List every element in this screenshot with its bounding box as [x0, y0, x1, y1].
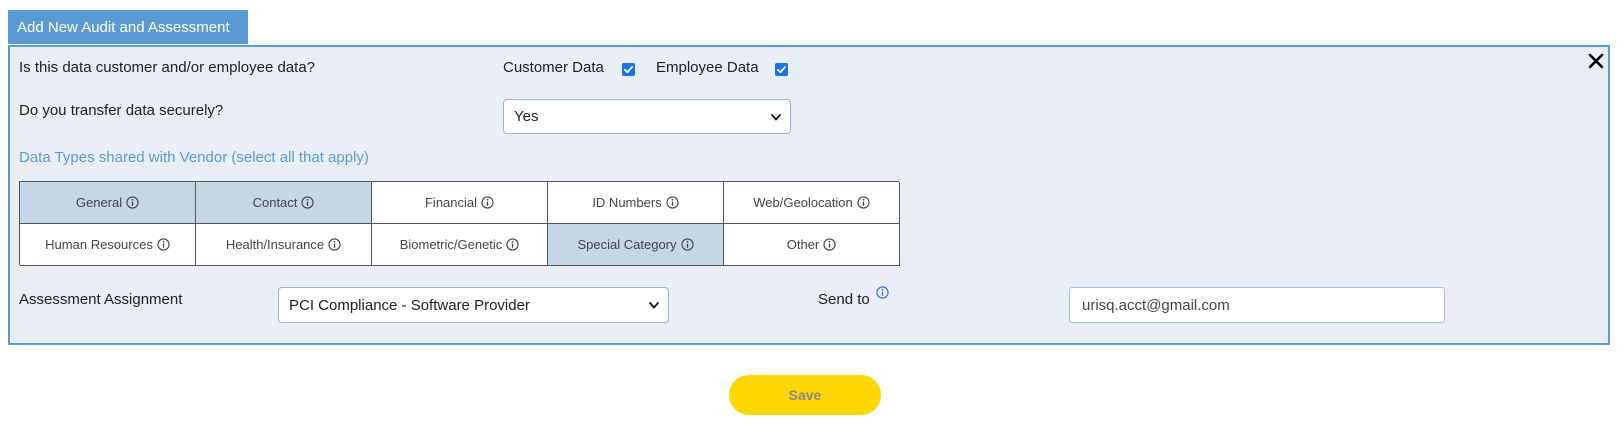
data-type-id-numbers[interactable]: ID Numbers [548, 182, 724, 224]
data-type-special-category[interactable]: Special Category [548, 224, 724, 266]
data-types-title: Data Types shared with Vendor (select al… [19, 149, 369, 166]
data-type-biometric-genetic[interactable]: Biometric/Genetic [372, 224, 548, 266]
transfer-secure-value: Yes [514, 108, 539, 125]
customer-data-label: Customer Data [503, 59, 604, 76]
info-icon[interactable] [301, 196, 315, 209]
form-tab-title: Add New Audit and Assessment [8, 10, 248, 44]
data-types-grid: General Contact Financial ID Numbers Web… [19, 181, 900, 266]
info-icon[interactable] [666, 196, 679, 209]
data-type-label: ID Numbers [592, 195, 662, 210]
checkmark-icon [776, 66, 787, 74]
info-icon[interactable] [876, 286, 889, 299]
info-icon[interactable] [680, 238, 694, 251]
info-icon[interactable] [126, 196, 139, 209]
save-button[interactable]: Save [729, 375, 881, 415]
data-type-label: Human Resources [45, 237, 153, 252]
send-to-email-input[interactable]: urisq.acct@gmail.com [1069, 287, 1445, 323]
data-type-other[interactable]: Other [724, 224, 900, 266]
assessment-assignment-value: PCI Compliance - Software Provider [289, 296, 530, 314]
checkmark-icon [623, 66, 634, 74]
data-type-contact[interactable]: Contact [196, 182, 372, 224]
data-type-health-insurance[interactable]: Health/Insurance [196, 224, 372, 266]
assessment-assignment-label: Assessment Assignment [19, 291, 183, 308]
data-type-label: Other [786, 237, 820, 252]
employee-data-checkbox[interactable] [775, 63, 788, 76]
chevron-down-icon [648, 299, 660, 311]
data-type-general[interactable]: General [20, 182, 196, 224]
data-type-label: Health/Insurance [225, 237, 325, 252]
close-icon[interactable] [1584, 49, 1608, 73]
info-icon[interactable] [481, 196, 494, 209]
data-type-human-resources[interactable]: Human Resources [20, 224, 196, 266]
data-type-label: Web/Geolocation [753, 195, 853, 210]
data-type-label: Contact [252, 195, 298, 210]
info-icon[interactable] [157, 238, 170, 251]
info-icon[interactable] [506, 238, 519, 251]
data-type-label: Biometric/Genetic [399, 237, 503, 252]
assessment-assignment-select[interactable]: PCI Compliance - Software Provider [278, 287, 669, 323]
customer-data-checkbox[interactable] [622, 63, 635, 76]
info-icon[interactable] [328, 238, 341, 251]
info-icon[interactable] [823, 238, 836, 251]
data-type-financial[interactable]: Financial [372, 182, 548, 224]
employee-data-label: Employee Data [656, 59, 759, 76]
data-type-label: General [75, 195, 123, 210]
transfer-secure-select[interactable]: Yes [503, 99, 791, 134]
info-icon[interactable] [857, 196, 870, 209]
send-to-email-value: urisq.acct@gmail.com [1082, 296, 1230, 314]
data-type-web-geolocation[interactable]: Web/Geolocation [724, 182, 900, 224]
send-to-label: Send to [818, 291, 870, 308]
chevron-down-icon [770, 111, 782, 123]
question-data-type: Is this data customer and/or employee da… [19, 59, 316, 76]
data-type-label: Financial [424, 195, 478, 210]
question-transfer-secure: Do you transfer data securely? [19, 102, 224, 119]
data-type-label: Special Category [577, 237, 677, 252]
